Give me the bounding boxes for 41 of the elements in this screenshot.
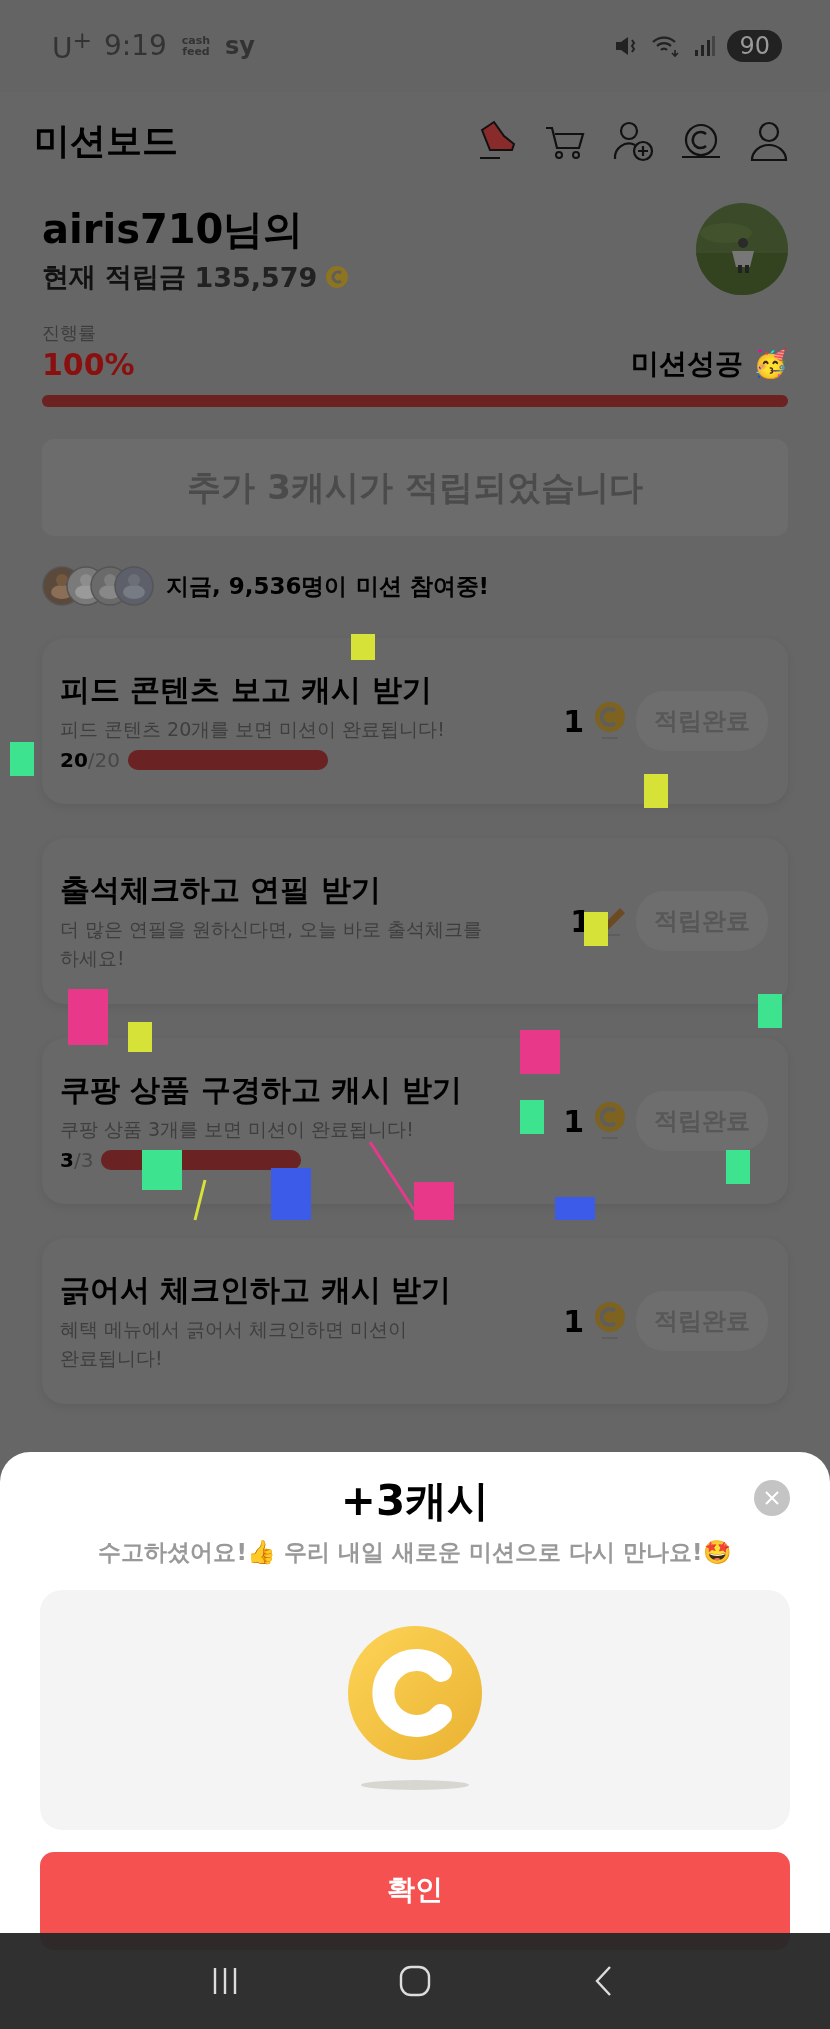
confetti-piece — [193, 1179, 207, 1221]
signal-icon — [693, 34, 716, 58]
confetti-piece — [644, 774, 668, 808]
confetti-piece — [520, 1100, 544, 1134]
mission-title: 긁어서 체크인하고 캐시 받기 — [60, 1271, 452, 1309]
confetti-piece — [271, 1168, 311, 1220]
battery-indicator: 90 — [727, 30, 782, 62]
mission-title: 쿠팡 상품 구경하고 캐시 받기 — [60, 1071, 462, 1110]
balance-amount: 135,579 — [194, 261, 318, 293]
user-name: airis710님의 — [42, 205, 305, 254]
reward-amount: 1 — [563, 1103, 584, 1139]
coin-icon — [594, 1301, 626, 1341]
add-user-icon[interactable] — [612, 120, 654, 162]
confetti-piece — [758, 994, 782, 1028]
confetti-piece — [351, 634, 375, 660]
sheet-message: 수고하셨어요!👍 우리 내일 새로운 미션으로 다시 만나요!🤩 — [98, 1537, 732, 1567]
sheet-title: +3캐시 — [340, 1475, 490, 1527]
mission-title: 출석체크하고 연필 받기 — [60, 871, 381, 909]
confetti-piece — [726, 1150, 750, 1184]
mission-status: 미션성공 🥳 — [631, 346, 788, 382]
balance-label: 현재 적립금 — [42, 260, 187, 294]
confetti-piece — [128, 1022, 152, 1052]
confetti-piece — [555, 1197, 595, 1220]
confetti-piece — [520, 1030, 560, 1074]
confetti-piece — [10, 742, 34, 776]
page-title: 미션보드 — [34, 118, 178, 163]
wifi-icon — [651, 34, 682, 58]
confetti-piece — [142, 1150, 182, 1190]
reward-amount: 1 — [563, 1303, 584, 1339]
coin-icon — [594, 1101, 626, 1141]
reward-amount: 1 — [563, 703, 584, 739]
coin-icon — [594, 701, 626, 741]
participants-text: 지금, 9,536명이 미션 참여중! — [166, 571, 489, 601]
confetti-piece — [584, 912, 608, 946]
close-icon — [764, 1490, 780, 1506]
mission-title: 피드 콘텐츠 보고 캐시 받기 — [60, 671, 432, 710]
confetti-piece — [68, 989, 108, 1045]
home-icon[interactable] — [398, 1964, 432, 1998]
coin-icon — [325, 265, 350, 289]
progress-percent: 100% — [42, 346, 135, 382]
user-icon[interactable] — [748, 120, 790, 162]
